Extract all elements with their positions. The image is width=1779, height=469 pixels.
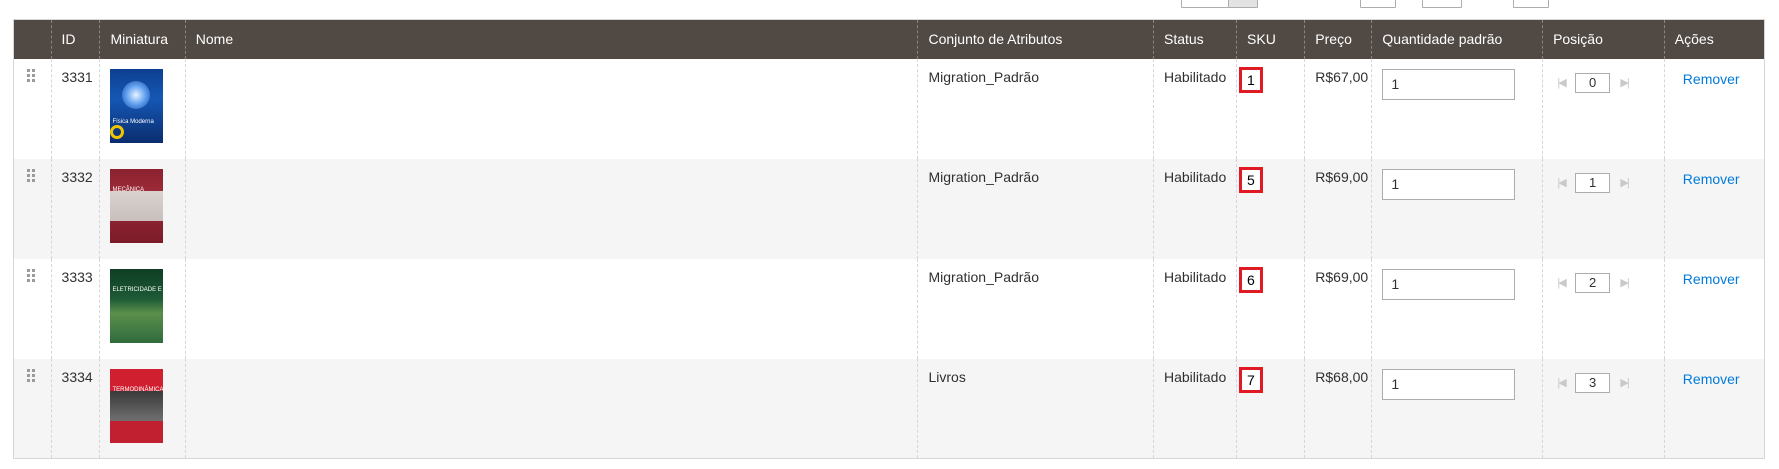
row-actions-cell: Remover — [1663, 58, 1765, 159]
row-sku-highlighted: 6 — [1239, 266, 1263, 293]
page-prev-button[interactable] — [1360, 0, 1396, 8]
row-id: 3332 — [50, 158, 100, 259]
row-position-cell: |◀ ▶| — [1542, 58, 1665, 159]
col-header-attribute-set[interactable]: Conjunto de Atributos — [917, 19, 1154, 59]
position-input[interactable] — [1575, 172, 1611, 193]
row-sku-cell: 7 — [1236, 358, 1305, 459]
row-status: Habilitado — [1152, 358, 1237, 459]
pager-remnant — [0, 0, 1779, 10]
row-name — [184, 258, 918, 359]
table-row: 3334 TERMODINÂMICA Livros Habilitado 7 R… — [13, 358, 1765, 459]
move-last-icon[interactable]: ▶| — [1616, 76, 1632, 89]
row-sku-highlighted: 7 — [1239, 366, 1263, 393]
thumbnail-cell: Física Moderna — [99, 58, 186, 159]
drag-handle-icon[interactable] — [27, 68, 37, 87]
position-input[interactable] — [1575, 372, 1611, 393]
drag-handle-cell[interactable] — [13, 358, 52, 459]
thumbnail-cell: ELETRICIDADE E — [99, 258, 186, 359]
book-cover-thumbnail: MECÂNICA — [110, 168, 164, 243]
row-price: R$67,00 — [1304, 58, 1372, 159]
col-header-position[interactable]: Posição — [1542, 19, 1665, 59]
row-attribute-set: Migration_Padrão — [917, 58, 1154, 159]
book-cover-thumbnail: Física Moderna — [110, 68, 164, 143]
table-row: 3331 Física Moderna Migration_Padrão Hab… — [13, 58, 1765, 159]
row-attribute-set: Livros — [917, 358, 1154, 459]
move-first-icon[interactable]: |◀ — [1553, 176, 1569, 189]
related-products-grid: ID Miniatura Nome Conjunto de Atributos … — [13, 19, 1765, 459]
per-page-select[interactable] — [1181, 0, 1229, 8]
page-next-button[interactable] — [1513, 0, 1549, 8]
default-qty-input[interactable] — [1382, 168, 1516, 200]
remove-link[interactable]: Remover — [1683, 171, 1740, 187]
move-last-icon[interactable]: ▶| — [1616, 376, 1632, 389]
col-header-default-qty: Quantidade padrão — [1371, 19, 1543, 59]
thumbnail-cell: MECÂNICA — [99, 158, 186, 259]
row-price: R$69,00 — [1304, 158, 1372, 259]
col-header-name[interactable]: Nome — [184, 19, 918, 59]
page-number-input[interactable] — [1422, 0, 1462, 8]
col-header-thumbnail: Miniatura — [99, 19, 186, 59]
default-qty-input[interactable] — [1382, 268, 1516, 300]
drag-handle-cell[interactable] — [13, 258, 52, 359]
row-id: 3334 — [50, 358, 100, 459]
row-sku-cell: 5 — [1236, 158, 1305, 259]
row-status: Habilitado — [1152, 258, 1237, 359]
remove-link[interactable]: Remover — [1683, 71, 1740, 87]
row-position-cell: |◀ ▶| — [1542, 258, 1665, 359]
move-last-icon[interactable]: ▶| — [1616, 176, 1632, 189]
row-position-cell: |◀ ▶| — [1542, 358, 1665, 459]
row-actions-cell: Remover — [1663, 258, 1765, 359]
row-qty-cell — [1371, 258, 1543, 359]
row-sku-cell: 6 — [1236, 258, 1305, 359]
row-id: 3331 — [50, 58, 100, 159]
row-status: Habilitado — [1152, 58, 1237, 159]
col-header-price[interactable]: Preço — [1304, 19, 1372, 59]
col-header-id[interactable]: ID — [50, 19, 100, 59]
remove-link[interactable]: Remover — [1683, 371, 1740, 387]
row-sku-highlighted: 5 — [1239, 166, 1263, 193]
move-first-icon[interactable]: |◀ — [1553, 376, 1569, 389]
drag-handle-cell[interactable] — [13, 158, 52, 259]
row-attribute-set: Migration_Padrão — [917, 258, 1154, 359]
col-header-actions: Ações — [1663, 19, 1765, 59]
default-qty-input[interactable] — [1382, 368, 1516, 400]
default-qty-input[interactable] — [1382, 68, 1516, 100]
drag-handle-cell[interactable] — [13, 58, 52, 159]
drag-handle-icon[interactable] — [27, 168, 37, 187]
row-status: Habilitado — [1152, 158, 1237, 259]
move-first-icon[interactable]: |◀ — [1553, 76, 1569, 89]
move-first-icon[interactable]: |◀ — [1553, 276, 1569, 289]
table-row: 3332 MECÂNICA Migration_Padrão Habilitad… — [13, 158, 1765, 259]
row-position-cell: |◀ ▶| — [1542, 158, 1665, 259]
row-sku-cell: 1 — [1236, 58, 1305, 159]
position-input[interactable] — [1575, 272, 1611, 293]
row-actions-cell: Remover — [1663, 358, 1765, 459]
remove-link[interactable]: Remover — [1683, 271, 1740, 287]
grid-header: ID Miniatura Nome Conjunto de Atributos … — [13, 19, 1765, 59]
table-row: 3333 ELETRICIDADE E Migration_Padrão Hab… — [13, 258, 1765, 359]
col-header-sku[interactable]: SKU — [1236, 19, 1305, 59]
per-page-toggle-button[interactable] — [1228, 0, 1258, 8]
drag-handle-icon[interactable] — [27, 268, 37, 287]
row-name — [184, 358, 918, 459]
row-name — [184, 58, 918, 159]
row-attribute-set: Migration_Padrão — [917, 158, 1154, 259]
row-qty-cell — [1371, 58, 1543, 159]
col-header-status[interactable]: Status — [1152, 19, 1237, 59]
drag-handle-icon[interactable] — [27, 368, 37, 387]
row-id: 3333 — [50, 258, 100, 359]
row-sku-highlighted: 1 — [1239, 66, 1263, 93]
thumbnail-cell: TERMODINÂMICA — [99, 358, 186, 459]
row-price: R$69,00 — [1304, 258, 1372, 359]
row-name — [184, 158, 918, 259]
position-input[interactable] — [1575, 72, 1611, 93]
row-actions-cell: Remover — [1663, 158, 1765, 259]
col-header-drag — [13, 19, 52, 59]
move-last-icon[interactable]: ▶| — [1616, 276, 1632, 289]
row-qty-cell — [1371, 158, 1543, 259]
row-qty-cell — [1371, 358, 1543, 459]
row-price: R$68,00 — [1304, 358, 1372, 459]
book-cover-thumbnail: TERMODINÂMICA — [110, 368, 164, 443]
book-cover-thumbnail: ELETRICIDADE E — [110, 268, 164, 343]
